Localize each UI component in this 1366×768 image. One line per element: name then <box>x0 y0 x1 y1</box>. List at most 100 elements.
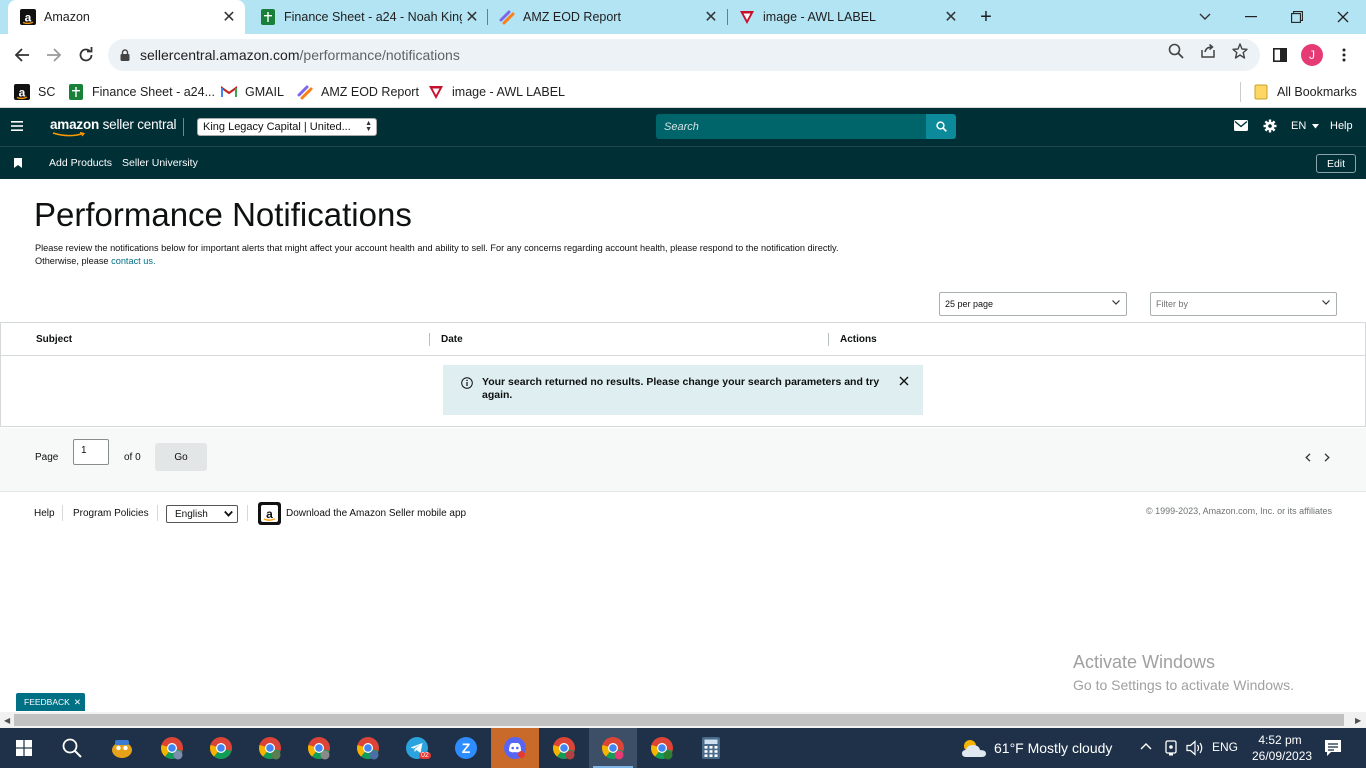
go-button[interactable]: Go <box>155 443 207 471</box>
per-page-select[interactable]: 25 per page <box>939 292 1127 316</box>
footer-language-select[interactable]: English <box>166 505 238 523</box>
seller-university-link[interactable]: Seller University <box>122 157 198 169</box>
add-products-link[interactable]: Add Products <box>49 157 112 169</box>
windows-start-icon[interactable] <box>0 728 48 768</box>
settings-gear-icon[interactable] <box>1263 119 1277 133</box>
chrome-profile-m-icon[interactable] <box>246 728 294 768</box>
page-count-label: of 0 <box>124 452 141 463</box>
browser-menu-icon[interactable] <box>1332 43 1356 67</box>
bookmark-star-icon[interactable] <box>1232 43 1248 59</box>
search-button[interactable] <box>926 114 956 139</box>
bookmark-awl-label[interactable]: image - AWL LABEL <box>428 82 565 102</box>
close-icon[interactable]: ✕ <box>74 697 81 708</box>
close-tab-icon[interactable]: ✕ <box>941 7 961 27</box>
column-divider <box>828 333 829 346</box>
column-header-subject[interactable]: Subject <box>36 334 72 345</box>
clickup-icon <box>499 9 515 25</box>
close-icon[interactable] <box>899 376 909 386</box>
new-tab-button[interactable]: + <box>975 6 997 28</box>
network-icon[interactable] <box>1164 740 1178 756</box>
gmail-icon <box>221 84 237 100</box>
scroll-left-arrow-icon[interactable]: ◀ <box>4 716 10 725</box>
seller-central-logo[interactable]: amazon seller central <box>50 117 177 137</box>
column-divider <box>429 333 430 346</box>
telegram-icon[interactable]: 02 <box>393 728 441 768</box>
previous-page-icon[interactable] <box>1305 453 1311 462</box>
tab-amz-eod-report[interactable]: AMZ EOD Report ✕ <box>487 0 727 34</box>
chrome-profile-icon[interactable] <box>344 728 392 768</box>
contact-us-link[interactable]: contact us. <box>111 256 155 266</box>
share-icon[interactable] <box>1200 43 1216 59</box>
tab-amazon[interactable]: a Amazon ✕ <box>8 0 245 34</box>
taskbar-search-icon[interactable] <box>48 728 96 768</box>
scroll-right-arrow-icon[interactable]: ▶ <box>1355 716 1361 725</box>
awl-label-icon <box>428 84 444 100</box>
restore-window-icon[interactable] <box>1274 0 1320 34</box>
seller-search-input[interactable]: Search <box>656 114 926 139</box>
download-app-link[interactable]: Download the Amazon Seller mobile app <box>286 508 466 519</box>
bookmark-gmail[interactable]: GMAIL <box>221 82 284 102</box>
chrome-profile-r-icon[interactable] <box>540 728 588 768</box>
close-tab-icon[interactable]: ✕ <box>462 7 482 27</box>
filter-by-select[interactable]: Filter by <box>1150 292 1337 316</box>
awl-label-icon <box>739 9 755 25</box>
bookmark-finance-sheet[interactable]: Finance Sheet - a24... <box>68 82 215 102</box>
zoom-search-icon[interactable] <box>1168 43 1184 59</box>
clock[interactable]: 4:52 pm 26/09/2023 <box>1252 732 1312 764</box>
bookmark-sc[interactable]: a SC <box>14 82 55 102</box>
bookmark-amz-eod-report[interactable]: AMZ EOD Report <box>297 82 419 102</box>
feedback-button[interactable]: FEEDBACK ✕ <box>16 693 85 711</box>
chrome-profile-d-icon[interactable] <box>638 728 686 768</box>
tab-search-chevron-icon[interactable] <box>1182 0 1228 34</box>
browser-toolbar: sellercentral.amazon.com/performance/not… <box>0 34 1366 76</box>
updown-arrows-icon: ▲ ▼ <box>365 120 372 133</box>
input-language[interactable]: ENG <box>1212 740 1238 754</box>
account-selector[interactable]: King Legacy Capital | United... ▲ ▼ <box>197 118 377 136</box>
close-tab-icon[interactable]: ✕ <box>219 7 239 27</box>
tab-awl-label[interactable]: image - AWL LABEL ✕ <box>727 0 967 34</box>
chrome-profile-b-icon[interactable] <box>148 728 196 768</box>
notifications-icon[interactable] <box>1324 739 1342 757</box>
column-header-actions: Actions <box>840 334 877 345</box>
chrome-icon[interactable] <box>197 728 245 768</box>
back-arrow-icon[interactable] <box>10 43 34 67</box>
chevron-down-icon <box>224 510 233 518</box>
reload-icon[interactable] <box>74 43 98 67</box>
footer-help-link[interactable]: Help <box>34 508 55 519</box>
address-bar[interactable]: sellercentral.amazon.com/performance/not… <box>108 39 1260 71</box>
page-title: Performance Notifications <box>34 196 412 233</box>
profile-avatar[interactable]: J <box>1300 43 1324 67</box>
chrome-active-profile-icon[interactable] <box>589 728 637 768</box>
windows-taskbar: 02 Z 61°F Mostly cloudy ENG 4:52 pm 26/0… <box>0 728 1366 768</box>
minimize-window-icon[interactable] <box>1228 0 1274 34</box>
weather-text[interactable]: 61°F Mostly cloudy <box>994 740 1112 756</box>
help-link[interactable]: Help <box>1330 120 1353 132</box>
edit-button[interactable]: Edit <box>1316 154 1356 173</box>
close-tab-icon[interactable]: ✕ <box>701 7 721 27</box>
column-header-date[interactable]: Date <box>441 334 463 345</box>
horizontal-scrollbar[interactable]: ◀ ▶ <box>0 712 1366 728</box>
discord-icon[interactable] <box>491 728 539 768</box>
taskbar-app-icon[interactable] <box>98 728 146 768</box>
hamburger-menu-icon[interactable] <box>11 121 23 131</box>
scrollbar-thumb[interactable] <box>14 714 1344 726</box>
side-panel-icon[interactable] <box>1268 43 1292 67</box>
all-bookmarks[interactable]: All Bookmarks <box>1253 82 1357 102</box>
cloudy-weather-icon[interactable] <box>960 738 988 758</box>
volume-icon[interactable] <box>1186 740 1204 756</box>
close-window-icon[interactable] <box>1320 0 1366 34</box>
show-hidden-icons-chevron-icon[interactable] <box>1140 738 1152 750</box>
amazon-app-icon[interactable]: a <box>258 502 281 525</box>
bookmark-flag-icon[interactable] <box>14 158 22 168</box>
lock-icon[interactable] <box>120 49 130 61</box>
mail-icon[interactable] <box>1234 120 1248 131</box>
calculator-icon[interactable] <box>687 728 735 768</box>
program-policies-link[interactable]: Program Policies <box>73 508 149 519</box>
next-page-icon[interactable] <box>1324 453 1330 462</box>
zoom-app-icon[interactable]: Z <box>442 728 490 768</box>
language-dropdown[interactable]: EN <box>1291 120 1320 132</box>
tab-finance-sheet[interactable]: Finance Sheet - a24 - Noah King ✕ <box>248 0 488 34</box>
forward-arrow-icon[interactable] <box>42 43 66 67</box>
chrome-profile-j-icon[interactable] <box>295 728 343 768</box>
page-number-input[interactable]: 1 <box>73 439 109 465</box>
